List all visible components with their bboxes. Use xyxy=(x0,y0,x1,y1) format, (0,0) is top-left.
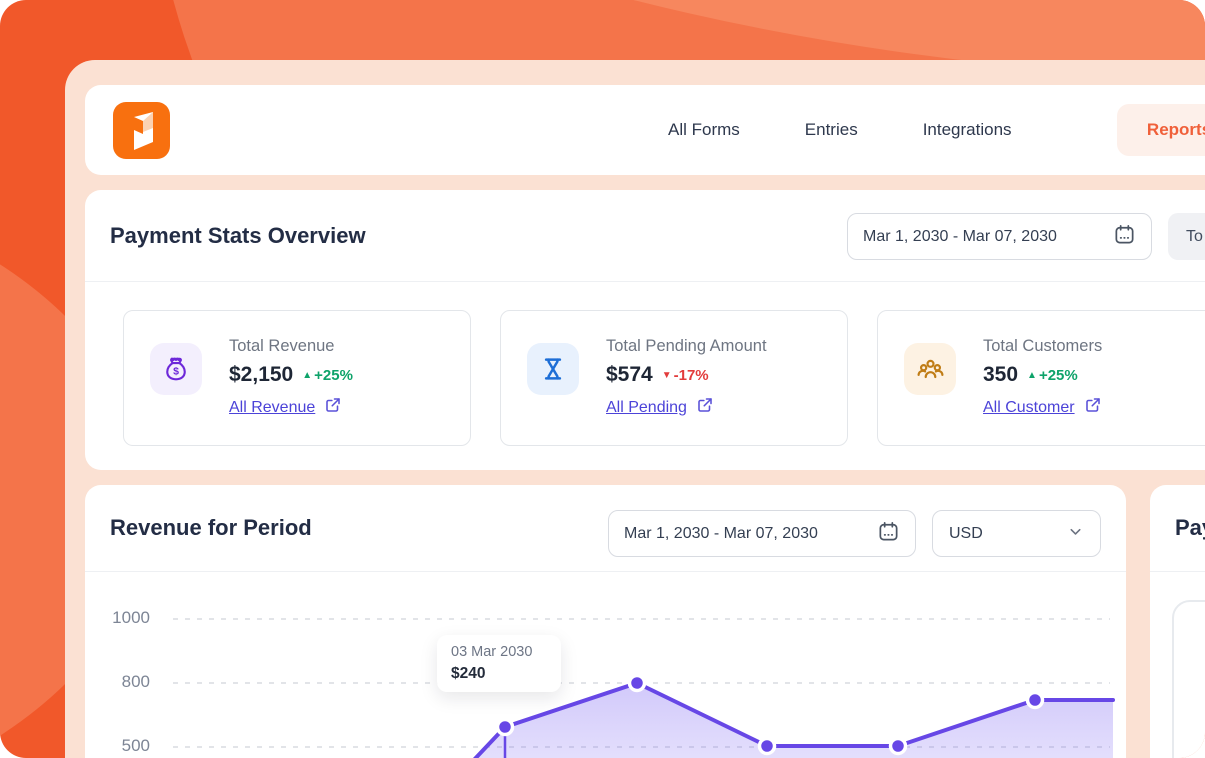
calendar-icon xyxy=(1113,223,1136,251)
revenue-date-range-picker[interactable]: Mar 1, 2030 - Mar 07, 2030 xyxy=(608,510,916,557)
stat-value: $2,150 xyxy=(229,363,293,387)
tooltip-value: $240 xyxy=(451,665,547,683)
stat-value: $574 xyxy=(606,363,653,387)
page-frame: All Forms Entries Integrations Reports P… xyxy=(65,60,1205,758)
stat-title: Total Customers xyxy=(983,337,1102,356)
hourglass-icon xyxy=(527,343,579,395)
side-panel-title: Pay xyxy=(1175,515,1205,541)
trend-up-badge: ▲+25% xyxy=(1027,367,1078,384)
paymattic-logo-icon[interactable] xyxy=(113,102,170,159)
users-icon xyxy=(904,343,956,395)
stat-title: Total Revenue xyxy=(229,337,353,356)
stat-card-total-customers: Total Customers 350 ▲+25% All Customer xyxy=(877,310,1205,446)
trend-up-badge: ▲+25% xyxy=(302,367,353,384)
side-panel-card xyxy=(1172,600,1205,758)
overview-date-range-picker[interactable]: Mar 1, 2030 - Mar 07, 2030 xyxy=(847,213,1152,260)
revenue-panel: Revenue for Period Mar 1, 2030 - Mar 07,… xyxy=(85,485,1126,758)
payment-stats-panel: Payment Stats Overview Mar 1, 2030 - Mar… xyxy=(85,190,1205,470)
top-navbar: All Forms Entries Integrations Reports xyxy=(85,85,1205,175)
calendar-icon xyxy=(877,520,900,548)
main-nav: All Forms Entries Integrations Reports xyxy=(668,85,1205,175)
revenue-title: Revenue for Period xyxy=(110,515,312,541)
quick-range-label: To xyxy=(1186,228,1203,246)
trend-down-badge: ▼-17% xyxy=(662,367,709,384)
stats-panel-header: Payment Stats Overview Mar 1, 2030 - Mar… xyxy=(85,190,1205,282)
chart-tooltip: 03 Mar 2030 $240 xyxy=(437,635,561,692)
nav-reports[interactable]: Reports xyxy=(1117,104,1205,156)
trend-down-icon: ▼ xyxy=(662,370,672,381)
all-revenue-link[interactable]: All Revenue xyxy=(229,399,315,417)
currency-value: USD xyxy=(949,525,983,543)
currency-select[interactable]: USD xyxy=(932,510,1101,557)
date-range-text: Mar 1, 2030 - Mar 07, 2030 xyxy=(863,228,1057,246)
side-panel-header: Pay xyxy=(1150,485,1205,572)
quick-range-button[interactable]: To xyxy=(1168,213,1205,260)
nav-entries[interactable]: Entries xyxy=(805,120,858,140)
y-axis-tick: 1000 xyxy=(85,608,150,628)
payments-side-panel: Pay xyxy=(1150,485,1205,758)
stat-title: Total Pending Amount xyxy=(606,337,767,356)
svg-text:$: $ xyxy=(173,366,179,378)
tooltip-date: 03 Mar 2030 xyxy=(451,644,547,660)
external-link-icon[interactable] xyxy=(696,396,714,419)
money-bag-icon: $ xyxy=(150,343,202,395)
y-axis-tick: 500 xyxy=(85,736,150,756)
external-link-icon[interactable] xyxy=(1084,396,1102,419)
all-customer-link[interactable]: All Customer xyxy=(983,399,1075,417)
all-pending-link[interactable]: All Pending xyxy=(606,399,687,417)
stat-card-total-pending: Total Pending Amount $574 ▼-17% All Pend… xyxy=(500,310,848,446)
trend-up-icon: ▲ xyxy=(302,370,312,381)
app-window: All Forms Entries Integrations Reports P… xyxy=(0,0,1205,758)
external-link-icon[interactable] xyxy=(324,396,342,419)
y-axis-tick: 800 xyxy=(85,672,150,692)
date-range-text: Mar 1, 2030 - Mar 07, 2030 xyxy=(624,525,818,543)
page-title: Payment Stats Overview xyxy=(110,223,366,249)
stat-cards-row: $ Total Revenue $2,150 ▲+25% All Revenue xyxy=(123,310,1205,446)
nav-integrations[interactable]: Integrations xyxy=(923,120,1012,140)
chevron-down-icon xyxy=(1067,523,1084,545)
stat-value: 350 xyxy=(983,363,1018,387)
stat-card-total-revenue: $ Total Revenue $2,150 ▲+25% All Revenue xyxy=(123,310,471,446)
nav-all-forms[interactable]: All Forms xyxy=(668,120,740,140)
revenue-panel-header: Revenue for Period Mar 1, 2030 - Mar 07,… xyxy=(85,485,1126,572)
trend-up-icon: ▲ xyxy=(1027,370,1037,381)
